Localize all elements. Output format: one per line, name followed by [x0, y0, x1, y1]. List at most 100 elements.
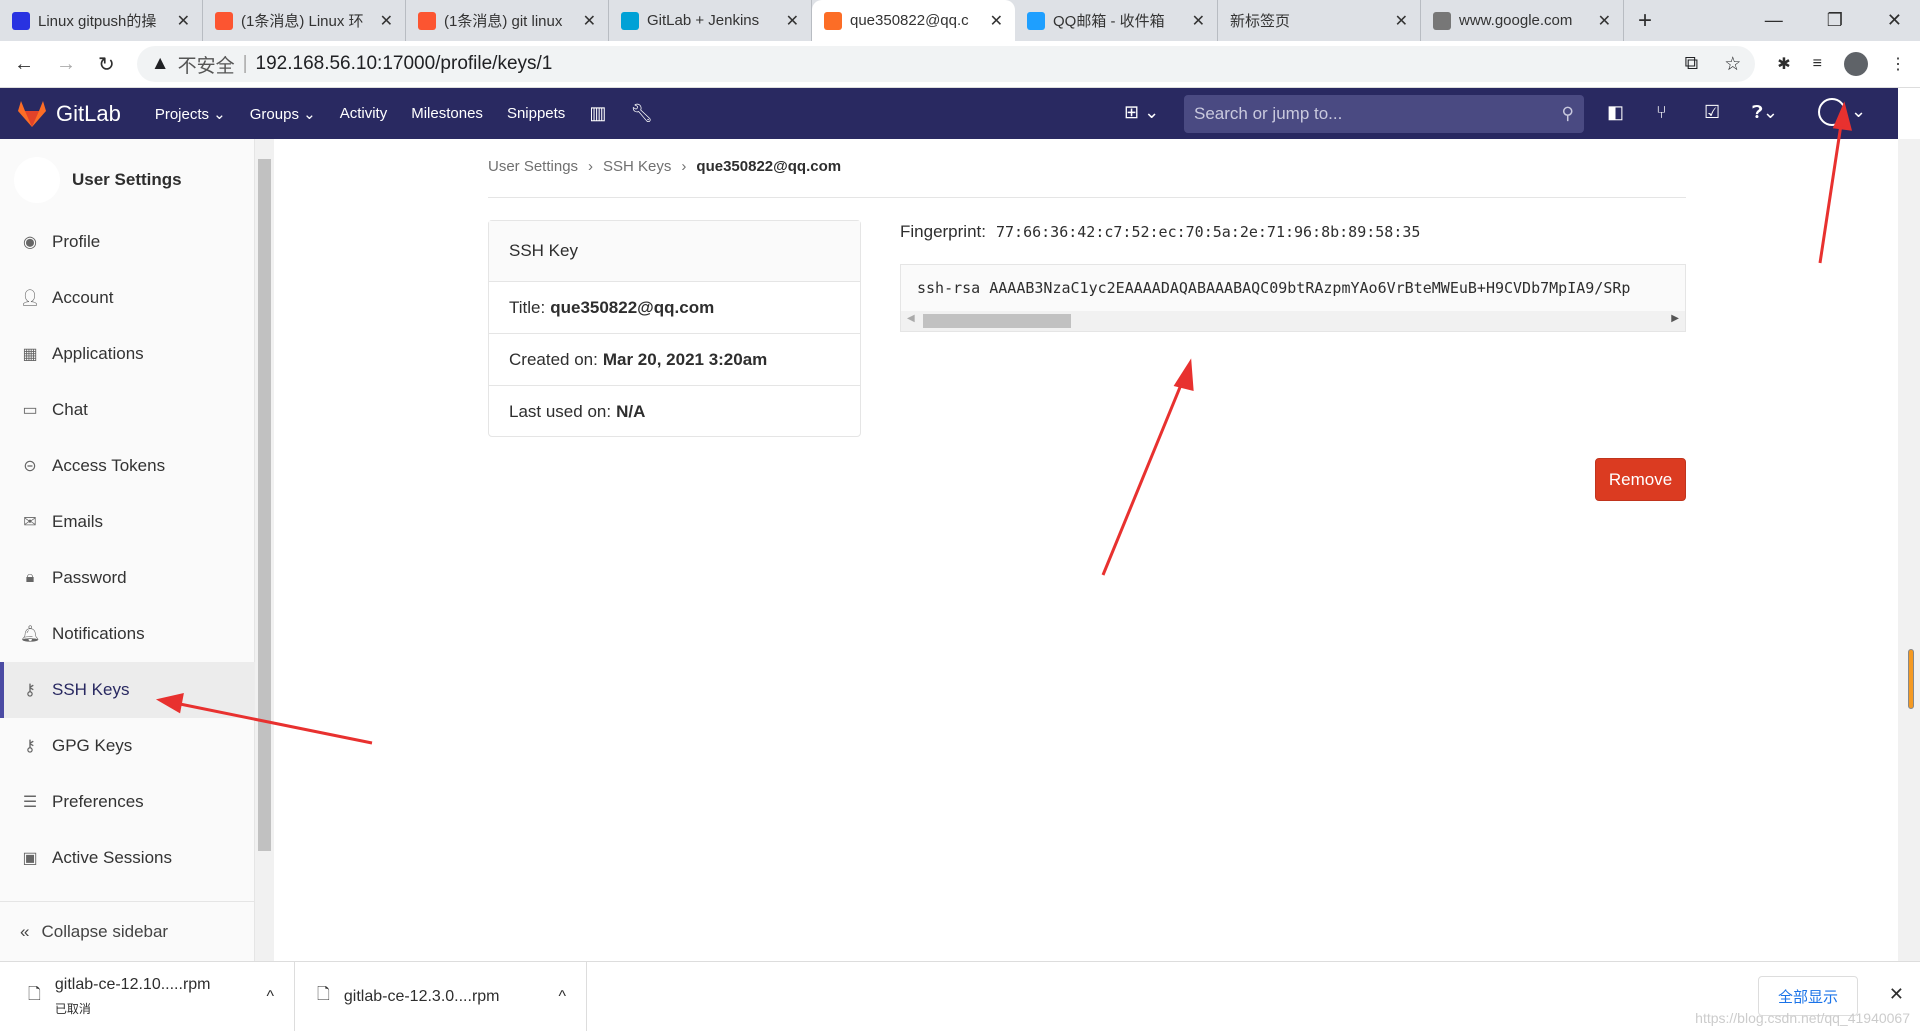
sidebar-item-chat[interactable]: ▭ Chat	[0, 382, 255, 438]
brand-name: GitLab	[56, 100, 121, 126]
sidebar-item-label: Notifications	[52, 624, 145, 643]
browser-tab[interactable]: GitLab + Jenkins ✕	[609, 0, 812, 41]
divider	[488, 197, 1686, 198]
menu-icon[interactable]: ⋮	[1890, 54, 1906, 74]
user-avatar-menu[interactable]: ⌄	[1818, 98, 1866, 126]
translate-icon[interactable]: ⧉	[1685, 53, 1699, 75]
close-tab-icon[interactable]: ✕	[1598, 11, 1611, 31]
close-download-bar-icon[interactable]: ✕	[1889, 984, 1904, 1005]
sidebar-item-password[interactable]: 🔒︎ Password	[0, 550, 255, 606]
double-chevron-left-icon: «	[20, 921, 30, 941]
nav-snippets[interactable]: Snippets	[507, 105, 565, 122]
close-tab-icon[interactable]: ✕	[1192, 11, 1205, 31]
sidebar-header: User Settings	[14, 157, 182, 203]
close-tab-icon[interactable]: ✕	[1395, 11, 1408, 31]
nav-groups[interactable]: Groups ⌄	[250, 105, 316, 123]
browser-tab-bar: Linux gitpush的操 ✕ (1条消息) Linux 环 ✕ (1条消息) gi…	[0, 0, 1920, 41]
breadcrumb: User Settings › SSH Keys › que350822@qq.co…	[488, 158, 842, 175]
browser-tab[interactable]: que350822@qq.c ✕	[812, 0, 1015, 41]
download-item[interactable]: 🗋 gitlab-ce-12.3.0....rpm ^	[295, 962, 587, 1031]
sidebar-item-emails[interactable]: ✉ Emails	[0, 494, 255, 550]
sidebar-item-notifications[interactable]: 🔔︎ Notifications	[0, 606, 255, 662]
url-input[interactable]: ▲ 不安全 | 192.168.56.10:17000/profile/keys…	[136, 46, 1756, 82]
gitlab-navbar: GitLab Projects ⌄ Groups ⌄ Activity Mile…	[0, 88, 1898, 139]
sidebar-item-label: Active Sessions	[52, 848, 172, 867]
security-label: 不安全	[177, 55, 235, 77]
browser-tab[interactable]: (1条消息) Linux 环 ✕	[203, 0, 406, 41]
close-tab-icon[interactable]: ✕	[380, 11, 393, 31]
window-controls: — ❐ ✕	[1765, 0, 1920, 41]
lock-icon: 🔒︎	[25, 569, 35, 586]
bookmark-star-icon[interactable]: ☆	[1724, 53, 1741, 76]
nav-projects[interactable]: Projects ⌄	[155, 105, 226, 123]
browser-tab[interactable]: QQ邮箱 - 收件箱 ✕	[1015, 0, 1218, 41]
gitlab-tanuki-icon	[18, 100, 46, 127]
browser-tab[interactable]: www.google.com ✕	[1421, 0, 1624, 41]
minimize-button[interactable]: —	[1765, 10, 1783, 31]
download-bar: 🗋 gitlab-ce-12.10.....rpm 已取消 ^ 🗋 gitlab-…	[0, 961, 1920, 1031]
fingerprint: Fingerprint: 77:66:36:42:c7:52:ec:70:5a:…	[900, 222, 1421, 241]
merge-requests-icon[interactable]: ⑂	[1656, 102, 1667, 123]
gitlab-logo[interactable]: GitLab	[0, 100, 121, 127]
chevron-up-icon[interactable]: ^	[266, 988, 274, 1006]
gitlab-icon	[824, 11, 842, 30]
todo-icon[interactable]: ☑	[1704, 102, 1720, 123]
close-tab-icon[interactable]: ✕	[990, 11, 1003, 31]
globe-icon	[1433, 11, 1451, 30]
chevron-up-icon[interactable]: ^	[558, 988, 566, 1006]
close-tab-icon[interactable]: ✕	[583, 11, 596, 31]
sidebar-item-applications[interactable]: ▦ Applications	[0, 326, 255, 382]
qqmail-icon	[1027, 11, 1045, 30]
sidebar-scrollbar[interactable]	[255, 139, 274, 961]
sidebar-item-preferences[interactable]: ☰ Preferences	[0, 774, 255, 830]
back-icon[interactable]: ←	[14, 53, 34, 76]
close-tab-icon[interactable]: ✕	[177, 11, 190, 31]
extensions-icon[interactable]: ✱	[1777, 54, 1790, 74]
search-icon: ⚲	[1561, 104, 1574, 123]
chart-icon[interactable]: ▥	[589, 103, 606, 124]
forward-icon[interactable]: →	[56, 53, 76, 76]
nav-milestones[interactable]: Milestones	[411, 105, 483, 122]
profile-avatar-icon[interactable]	[1844, 52, 1868, 76]
monitor-icon: ▣	[22, 850, 38, 867]
restore-button[interactable]: ❐	[1827, 10, 1843, 31]
watermark: https://blog.csdn.net/qq_41940067	[1695, 1010, 1910, 1026]
breadcrumb-ssh-keys[interactable]: SSH Keys	[603, 158, 671, 175]
sidebar-title: User Settings	[72, 170, 182, 189]
help-icon[interactable]: ❓︎⌄	[1752, 102, 1778, 123]
chat-icon: ▭	[22, 402, 38, 419]
key-horizontal-scrollbar[interactable]: ◀ ▶	[901, 311, 1685, 331]
sidebar-item-access-tokens[interactable]: ⊝ Access Tokens	[0, 438, 255, 494]
sidebar-item-label: Chat	[52, 400, 88, 419]
search-input[interactable]: Search or jump to... ⚲	[1184, 95, 1584, 133]
avatar	[14, 157, 60, 203]
browser-tab[interactable]: 新标签页 ✕	[1218, 0, 1421, 41]
new-tab-button[interactable]: +	[1624, 7, 1666, 35]
remove-button[interactable]: Remove	[1595, 458, 1686, 501]
browser-tab[interactable]: (1条消息) git linux ✕	[406, 0, 609, 41]
bell-icon: 🔔︎	[20, 626, 41, 643]
token-icon: ⊝	[23, 458, 37, 475]
reload-icon[interactable]: ↻	[98, 52, 115, 77]
issues-icon[interactable]: ◧	[1607, 102, 1624, 123]
reading-list-icon[interactable]: ≡	[1813, 55, 1822, 73]
collapse-sidebar-button[interactable]: « Collapse sidebar	[0, 901, 255, 961]
download-item[interactable]: 🗋 gitlab-ce-12.10.....rpm 已取消 ^	[0, 962, 295, 1031]
sidebar-item-ssh-keys[interactable]: ⚷ SSH Keys	[0, 662, 255, 718]
new-plus-icon[interactable]: ⊞ ⌄	[1124, 102, 1159, 123]
ssh-key-content: ssh-rsa AAAAB3NzaC1yc2EAAAADAQABAAABAQC0…	[900, 264, 1686, 332]
wrench-icon[interactable]: 🔧︎	[630, 103, 653, 124]
close-window-button[interactable]: ✕	[1887, 10, 1902, 31]
close-tab-icon[interactable]: ✕	[786, 11, 799, 31]
annotation-arrows	[155, 101, 1853, 745]
sidebar-item-profile[interactable]: ◉ Profile	[0, 214, 255, 270]
sidebar-item-active-sessions[interactable]: ▣ Active Sessions	[0, 830, 255, 886]
page-scrollbar[interactable]	[1898, 139, 1920, 961]
sidebar-item-label: SSH Keys	[52, 680, 130, 699]
nav-activity[interactable]: Activity	[340, 105, 388, 122]
browser-tab[interactable]: Linux gitpush的操 ✕	[0, 0, 203, 41]
sidebar-item-gpg-keys[interactable]: ⚷ GPG Keys	[0, 718, 255, 774]
sidebar-item-account[interactable]: 👤︎ Account	[0, 270, 255, 326]
fingerprint-value: 77:66:36:42:c7:52:ec:70:5a:2e:71:96:8b:8…	[995, 223, 1421, 241]
breadcrumb-user-settings[interactable]: User Settings	[488, 158, 578, 175]
